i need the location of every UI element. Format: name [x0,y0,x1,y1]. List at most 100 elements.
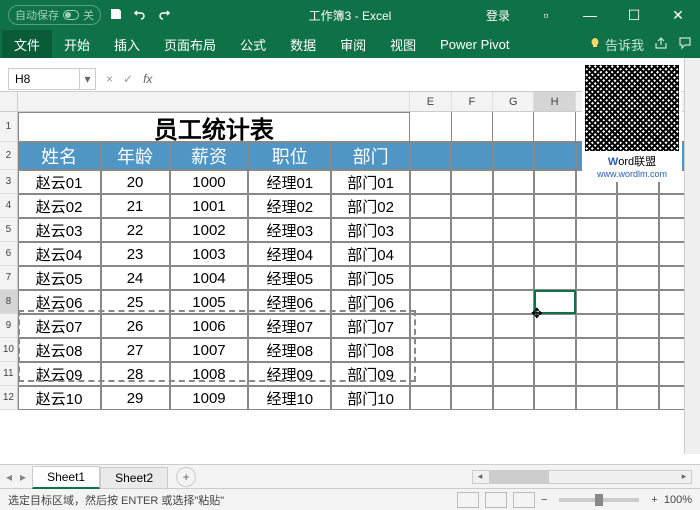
tell-me-search[interactable]: 告诉我 [589,35,644,54]
table-cell[interactable]: 经理10 [248,386,331,410]
table-cell[interactable]: 赵云06 [18,290,101,314]
cell[interactable] [451,218,492,242]
scroll-right-icon[interactable]: ▸ [677,471,691,483]
cell[interactable] [493,112,534,142]
cell[interactable] [534,290,575,314]
tab-file[interactable]: 文件 [2,30,52,58]
table-cell[interactable]: 29 [101,386,170,410]
cell[interactable] [493,218,534,242]
row-header[interactable]: 10 [0,338,18,362]
cell[interactable] [617,338,658,362]
cell[interactable] [410,194,451,218]
cell[interactable] [410,242,451,266]
table-cell[interactable]: 赵云04 [18,242,101,266]
tab-data[interactable]: 数据 [278,30,328,58]
table-cell[interactable]: 部门07 [331,314,410,338]
col-header-H[interactable]: H [534,92,575,111]
ribbon-options-icon[interactable]: ▫ [524,0,568,30]
table-cell[interactable]: 1006 [170,314,249,338]
cell[interactable] [451,290,492,314]
row-header[interactable]: 5 [0,218,18,242]
cell[interactable] [451,362,492,386]
table-cell[interactable]: 赵云09 [18,362,101,386]
col-header-E[interactable]: E [410,92,451,111]
table-cell[interactable]: 经理01 [248,170,331,194]
table-cell[interactable]: 经理02 [248,194,331,218]
table-cell[interactable]: 1008 [170,362,249,386]
row-header[interactable]: 1 [0,112,18,142]
cell[interactable] [534,338,575,362]
table-cell[interactable]: 26 [101,314,170,338]
cell[interactable] [617,362,658,386]
table-cell[interactable]: 部门04 [331,242,410,266]
row-header[interactable]: 11 [0,362,18,386]
table-cell[interactable]: 赵云01 [18,170,101,194]
cell[interactable] [493,170,534,194]
tab-formulas[interactable]: 公式 [228,30,278,58]
add-sheet-button[interactable]: + [176,467,196,487]
cell[interactable] [534,112,575,142]
cell[interactable] [576,290,617,314]
table-cell[interactable]: 经理03 [248,218,331,242]
cell[interactable] [617,242,658,266]
tab-insert[interactable]: 插入 [102,30,152,58]
table-cell[interactable]: 部门10 [331,386,410,410]
cell[interactable] [576,314,617,338]
save-icon[interactable] [107,5,125,26]
table-cell[interactable]: 赵云05 [18,266,101,290]
vertical-scrollbar[interactable] [684,58,700,454]
select-all-corner[interactable] [0,92,18,112]
cell[interactable] [576,242,617,266]
row-header[interactable]: 3 [0,170,18,194]
table-cell[interactable]: 27 [101,338,170,362]
cell[interactable] [576,386,617,410]
table-cell[interactable]: 部门05 [331,266,410,290]
cell[interactable] [410,112,451,142]
cell[interactable] [534,314,575,338]
table-header[interactable]: 职位 [248,142,331,170]
confirm-formula-icon[interactable]: ✓ [123,72,133,86]
cell[interactable] [451,386,492,410]
table-cell[interactable]: 25 [101,290,170,314]
comment-icon[interactable] [678,36,692,53]
cell[interactable] [451,142,492,170]
cell[interactable] [493,290,534,314]
table-cell[interactable]: 1005 [170,290,249,314]
cell[interactable] [493,314,534,338]
cell[interactable] [493,386,534,410]
cell[interactable] [451,266,492,290]
cell[interactable] [617,386,658,410]
sheet-nav-left-icon[interactable]: ◂ [6,470,12,484]
table-cell[interactable]: 1001 [170,194,249,218]
name-box[interactable]: H8 [8,68,80,90]
cell[interactable] [617,194,658,218]
cell[interactable] [534,194,575,218]
table-cell[interactable]: 部门08 [331,338,410,362]
horizontal-scrollbar[interactable]: ◂ ▸ [472,470,692,484]
table-cell[interactable]: 经理04 [248,242,331,266]
cell[interactable] [493,362,534,386]
cell[interactable] [451,170,492,194]
table-cell[interactable]: 1000 [170,170,249,194]
table-cell[interactable]: 赵云08 [18,338,101,362]
table-cell[interactable]: 经理07 [248,314,331,338]
cell[interactable] [451,338,492,362]
cell[interactable] [534,266,575,290]
table-cell[interactable]: 赵云03 [18,218,101,242]
autosave-toggle[interactable]: 自动保存 关 [8,5,101,25]
tab-review[interactable]: 审阅 [328,30,378,58]
col-header-F[interactable]: F [452,92,493,111]
table-cell[interactable]: 经理08 [248,338,331,362]
table-cell[interactable]: 部门09 [331,362,410,386]
table-header[interactable]: 姓名 [18,142,101,170]
cell[interactable] [534,218,575,242]
cell[interactable] [576,218,617,242]
name-box-dropdown-icon[interactable]: ▾ [80,68,96,90]
cell[interactable] [410,362,451,386]
cell[interactable] [576,194,617,218]
share-icon[interactable] [654,36,668,53]
cell[interactable] [451,194,492,218]
row-header[interactable]: 8 [0,290,18,314]
table-cell[interactable]: 经理05 [248,266,331,290]
col-header-data-range[interactable] [18,92,410,111]
